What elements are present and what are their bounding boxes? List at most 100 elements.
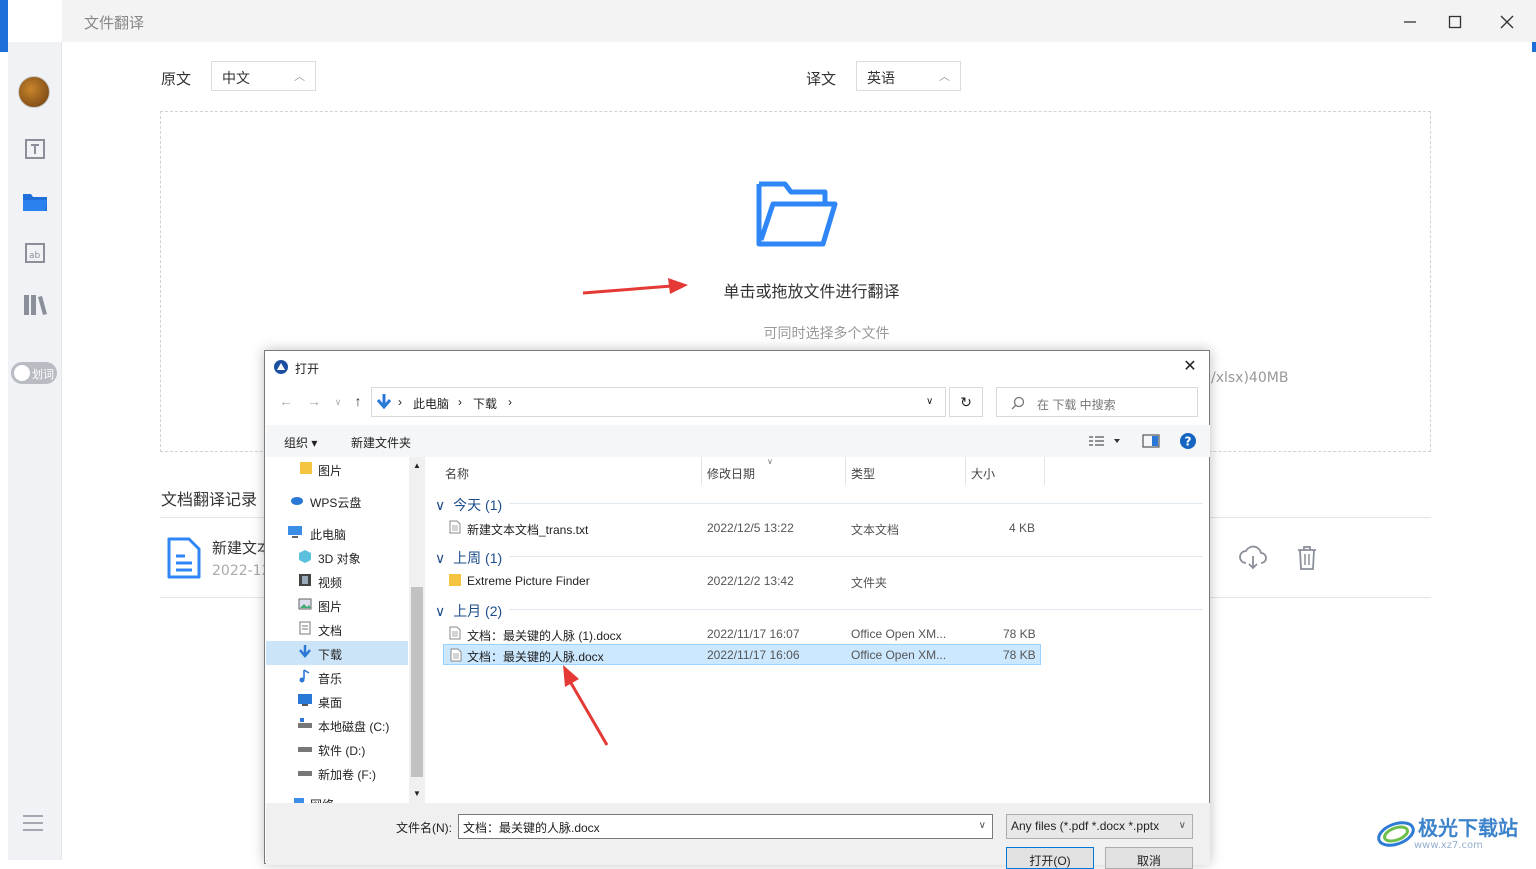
- nav-label: 新加卷 (F:): [318, 768, 376, 782]
- group-divider: [509, 609, 1203, 610]
- word-select-toggle[interactable]: 划词: [11, 362, 57, 384]
- nav-item-pictures[interactable]: 图片: [266, 593, 408, 617]
- column-header-date[interactable]: 修改日期: [707, 465, 755, 482]
- scroll-up-icon[interactable]: ▲: [413, 461, 421, 470]
- close-button[interactable]: [1487, 8, 1527, 36]
- file-date: 2022/11/17 16:06: [707, 648, 800, 662]
- column-separator: [701, 457, 702, 485]
- avatar[interactable]: [18, 76, 50, 108]
- cancel-button[interactable]: 取消: [1105, 847, 1193, 869]
- drive-icon: [298, 718, 312, 728]
- drive-icon: [298, 747, 312, 752]
- download-cloud-icon[interactable]: [1239, 545, 1267, 571]
- column-header-name[interactable]: 名称: [445, 465, 469, 482]
- source-language-select[interactable]: 中文 ︿: [211, 61, 316, 91]
- sidebar-item-text-translate[interactable]: [8, 129, 62, 169]
- title-bar: 文件翻译: [62, 0, 1536, 42]
- nav-item-downloads[interactable]: 下载: [266, 641, 408, 665]
- network-icon: [294, 798, 304, 803]
- address-dropdown-icon[interactable]: ∨: [926, 396, 933, 407]
- nav-item-pictures-quick[interactable]: 图片: [266, 457, 408, 481]
- group-label: 上月 (2): [453, 603, 503, 619]
- history-item-name: 新建文本: [212, 539, 273, 557]
- cube-icon: [299, 550, 311, 563]
- nav-item-3d-objects[interactable]: 3D 对象: [266, 545, 408, 569]
- file-type: 文本文档: [851, 523, 900, 537]
- filename-label: 文件名(N):: [396, 821, 452, 835]
- nav-item-drive-c[interactable]: 本地磁盘 (C:): [266, 713, 408, 737]
- file-row[interactable]: Extreme Picture Finder 2022/12/2 13:42 文…: [443, 570, 1041, 591]
- group-header-today[interactable]: ∨ 今天 (1): [435, 495, 502, 515]
- target-language-select[interactable]: 英语 ︿: [856, 61, 961, 91]
- nav-item-desktop[interactable]: 桌面: [266, 689, 408, 713]
- svg-text:?: ?: [1185, 435, 1192, 449]
- column-header-size[interactable]: 大小: [971, 465, 995, 482]
- maximize-button[interactable]: [1435, 8, 1475, 36]
- filename-input[interactable]: 文档：最关键的人脉.docx ∨: [458, 814, 993, 839]
- back-button[interactable]: ←: [277, 393, 295, 411]
- filter-value: Any files (*.pdf *.docx *.pptx: [1011, 819, 1160, 833]
- new-folder-button[interactable]: 新建文件夹: [351, 434, 411, 451]
- trash-icon[interactable]: [1296, 545, 1318, 571]
- file-type: Office Open XM...: [851, 627, 947, 641]
- group-header-last-week[interactable]: ∨ 上周 (1): [435, 548, 502, 568]
- column-header-type[interactable]: 类型: [851, 465, 875, 482]
- preview-pane-icon[interactable]: [1142, 434, 1160, 448]
- organize-button[interactable]: 组织 ▾: [284, 434, 317, 451]
- hamburger-icon: [23, 815, 43, 831]
- file-row[interactable]: 新建文本文档_trans.txt 2022/12/5 13:22 文本文档 4 …: [443, 517, 1041, 538]
- desktop-icon: [298, 694, 312, 706]
- maximize-icon: [1448, 15, 1462, 29]
- collapse-chevron-icon: ∨: [435, 603, 446, 619]
- view-options-icon[interactable]: [1088, 435, 1120, 447]
- group-header-last-month[interactable]: ∨ 上月 (2): [435, 601, 502, 621]
- nav-item-documents[interactable]: 文档: [266, 617, 408, 641]
- scrollbar-thumb[interactable]: [411, 587, 423, 777]
- close-icon: [1500, 15, 1514, 29]
- forward-button[interactable]: →: [305, 393, 323, 411]
- open-button[interactable]: 打开(O): [1006, 847, 1094, 869]
- refresh-button[interactable]: ↻: [949, 387, 983, 417]
- sidebar: ab 划词: [8, 42, 62, 860]
- scroll-down-icon[interactable]: ▼: [413, 789, 421, 798]
- file-date: 2022/11/17 16:07: [707, 627, 800, 641]
- nav-item-videos[interactable]: 视频: [266, 569, 408, 593]
- breadcrumb-downloads[interactable]: 下载: [473, 395, 497, 412]
- file-row[interactable]: 文档：最关键的人脉 (1).docx 2022/11/17 16:07 Offi…: [443, 623, 1041, 644]
- history-title: 文档翻译记录: [161, 490, 258, 509]
- file-row-selected[interactable]: 文档：最关键的人脉.docx 2022/11/17 16:06 Office O…: [443, 644, 1041, 665]
- search-input[interactable]: 在 下载 中搜索: [996, 387, 1198, 417]
- sort-chevron-icon: ∨: [767, 457, 773, 466]
- nav-label: 图片: [318, 600, 343, 614]
- nav-item-drive-d[interactable]: 软件 (D:): [266, 737, 408, 761]
- music-icon: [299, 669, 310, 683]
- help-icon[interactable]: ?: [1179, 432, 1197, 450]
- dialog-bottom-bar: 文件名(N): 文档：最关键的人脉.docx ∨ Any files (*.pd…: [266, 803, 1210, 869]
- chevron-down-icon: ∨: [1178, 820, 1186, 831]
- sidebar-item-library[interactable]: [8, 285, 62, 325]
- address-bar[interactable]: › 此电脑 › 下载 › ∨: [371, 387, 946, 417]
- nav-item-wps-cloud[interactable]: WPS云盘: [266, 489, 408, 513]
- drop-instruction: 单击或拖放文件进行翻译: [723, 282, 900, 301]
- dialog-close-button[interactable]: ✕: [1179, 356, 1201, 378]
- sidebar-item-image-translate[interactable]: ab: [8, 233, 62, 273]
- nav-item-this-pc[interactable]: 此电脑: [266, 521, 408, 545]
- target-language-value: 英语: [867, 71, 895, 87]
- breadcrumb-this-pc[interactable]: 此电脑: [413, 395, 449, 412]
- recent-locations-button[interactable]: ∨: [329, 397, 347, 415]
- minimize-button[interactable]: [1390, 8, 1430, 36]
- menu-button[interactable]: [22, 814, 44, 836]
- minimize-icon: [1404, 21, 1416, 23]
- video-icon: [299, 574, 311, 586]
- sidebar-item-file-translate[interactable]: [8, 182, 62, 222]
- nav-item-network[interactable]: 网络: [266, 791, 408, 803]
- up-button[interactable]: ↑: [349, 393, 367, 411]
- nav-item-drive-f[interactable]: 新加卷 (F:): [266, 761, 408, 785]
- file-name: Extreme Picture Finder: [467, 574, 590, 588]
- nav-scrollbar[interactable]: ▲ ▼: [409, 457, 425, 803]
- nav-item-music[interactable]: 音乐: [266, 665, 408, 689]
- toggle-knob: [14, 365, 30, 381]
- file-type-filter[interactable]: Any files (*.pdf *.docx *.pptx ∨: [1006, 814, 1193, 839]
- dialog-title-bar: 打开 ✕: [265, 351, 1209, 383]
- chevron-down-icon[interactable]: ∨: [979, 820, 986, 831]
